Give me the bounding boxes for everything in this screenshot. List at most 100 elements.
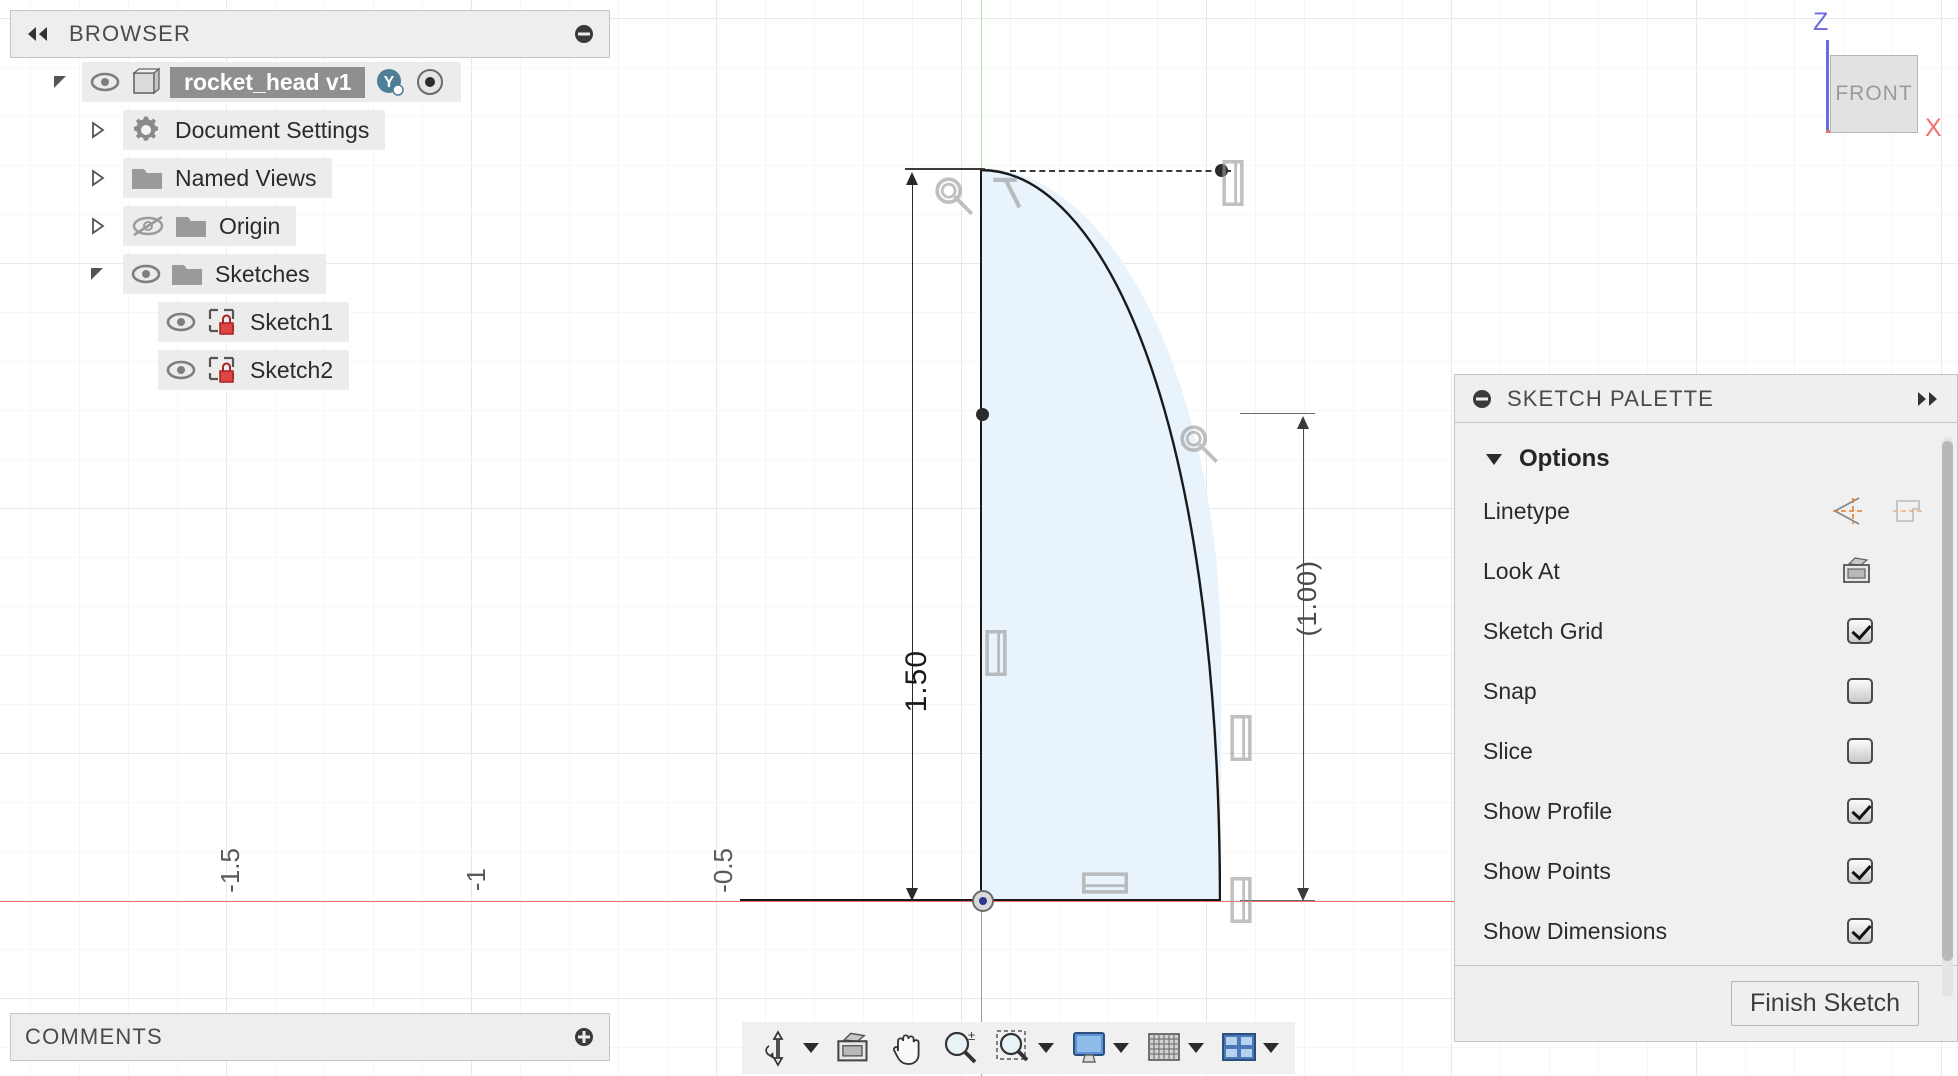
palette-row-linetype[interactable]: Linetype — [1455, 481, 1957, 541]
minimize-icon[interactable] — [573, 23, 595, 45]
finish-sketch-button[interactable]: Finish Sketch — [1731, 981, 1919, 1026]
horizontal-constraint-icon[interactable] — [1082, 872, 1128, 894]
browser-header: BROWSER — [10, 10, 610, 58]
expander-rocket-head[interactable] — [48, 69, 74, 95]
grid-snaps-button[interactable] — [1139, 1025, 1210, 1071]
palette-row-look-at[interactable]: Look At — [1455, 541, 1957, 601]
tree-item-named-views[interactable]: Named Views — [10, 154, 610, 202]
palette-label-show-points: Show Points — [1483, 858, 1611, 885]
tree-item-sketches[interactable]: Sketches — [10, 250, 610, 298]
sketch-locked-icon — [206, 307, 238, 337]
y-chain-icon[interactable]: Y — [375, 67, 405, 97]
minimize-icon[interactable] — [1471, 388, 1493, 410]
vertical-constraint-icon-2[interactable] — [1230, 715, 1252, 761]
sketch-profile-left-edge — [980, 168, 982, 901]
sketch-profile-arc — [981, 168, 1221, 901]
look-at-icon — [835, 1031, 871, 1065]
sketch-point-mid[interactable] — [976, 408, 989, 421]
chevron-down-icon — [88, 264, 108, 284]
visibility-eye-icon[interactable] — [166, 360, 196, 380]
zoom-window-button[interactable] — [989, 1025, 1060, 1071]
grid-label--0-5: -0.5 — [708, 848, 739, 893]
view-cube-face-label: FRONT — [1835, 82, 1912, 106]
dimension-line-150[interactable] — [912, 176, 913, 898]
viewports-caret-icon[interactable] — [1263, 1043, 1279, 1053]
display-settings-button[interactable] — [1064, 1025, 1135, 1071]
expander-document-settings[interactable] — [85, 117, 111, 143]
tree-item-label-sketch2: Sketch2 — [250, 357, 333, 384]
vertical-constraint-icon-3[interactable] — [1230, 877, 1252, 923]
sketch-palette-title: SKETCH PALETTE — [1507, 386, 1915, 412]
display-settings-caret-icon[interactable] — [1113, 1043, 1129, 1053]
tree-item-sketch1[interactable]: Sketch1 — [10, 298, 610, 346]
tree-item-sketch2[interactable]: Sketch2 — [10, 346, 610, 394]
double-chevron-right-icon[interactable] — [1915, 390, 1941, 408]
body-cube-icon — [130, 67, 160, 97]
orbit-caret-icon[interactable] — [803, 1043, 819, 1053]
palette-row-snap[interactable]: Snap — [1455, 661, 1957, 721]
checkbox-show-profile[interactable] — [1847, 798, 1873, 824]
vertical-constraint-icon-1[interactable] — [985, 630, 1007, 676]
folder-icon — [175, 213, 207, 239]
palette-row-slice[interactable]: Slice — [1455, 721, 1957, 781]
pan-button[interactable] — [881, 1025, 931, 1071]
dimension-value-100[interactable]: (1.00) — [1292, 560, 1323, 637]
checkbox-show-dimensions[interactable] — [1847, 918, 1873, 944]
vertical-constraint-icon-4[interactable] — [1222, 160, 1244, 206]
tangent-constraint-icon-2[interactable] — [1175, 420, 1221, 466]
checkbox-show-points[interactable] — [1847, 858, 1873, 884]
perpendicular-constraint-icon[interactable] — [988, 172, 1030, 214]
double-chevron-left-icon[interactable] — [25, 25, 51, 43]
palette-scrollbar-thumb[interactable] — [1942, 441, 1953, 961]
sketch-origin-point[interactable] — [972, 890, 994, 912]
checkbox-snap[interactable] — [1847, 678, 1873, 704]
visibility-eye-icon[interactable] — [90, 72, 120, 92]
palette-row-show-profile[interactable]: Show Profile — [1455, 781, 1957, 841]
visibility-eye-icon[interactable] — [131, 264, 161, 284]
viewports-button[interactable] — [1214, 1025, 1285, 1071]
orbit-button[interactable] — [752, 1025, 825, 1071]
centerline-rect-icon[interactable] — [1891, 495, 1925, 527]
palette-row-show-points[interactable]: Show Points — [1455, 841, 1957, 901]
tree-item-label-named-views: Named Views — [175, 165, 316, 192]
zoom-window-icon — [995, 1029, 1033, 1067]
construction-line-icon[interactable] — [1831, 495, 1865, 527]
grid-snaps-caret-icon[interactable] — [1188, 1043, 1204, 1053]
zoom-window-caret-icon[interactable] — [1038, 1043, 1054, 1053]
palette-row-show-dimensions[interactable]: Show Dimensions — [1455, 901, 1957, 961]
view-cube[interactable]: FRONT — [1830, 55, 1918, 133]
tangent-constraint-icon-1[interactable] — [930, 172, 976, 218]
dimension-arrow-down-100 — [1297, 888, 1309, 901]
expander-named-views[interactable] — [85, 165, 111, 191]
pan-hand-icon — [887, 1029, 925, 1067]
expander-sketches[interactable] — [85, 261, 111, 287]
tree-item-rocket-head[interactable]: rocket_head v1 Y — [10, 58, 610, 106]
visibility-hidden-eye-icon[interactable] — [131, 214, 165, 238]
palette-scrollbar-track[interactable] — [1942, 437, 1953, 997]
construction-line-top — [1010, 170, 1231, 172]
dimension-value-150[interactable]: 1.50 — [900, 650, 934, 712]
checkbox-sketch-grid[interactable] — [1847, 618, 1873, 644]
options-section-header[interactable]: Options — [1455, 437, 1957, 481]
triangle-down-icon — [1483, 448, 1505, 470]
viewports-icon — [1220, 1030, 1258, 1066]
folder-icon — [171, 261, 203, 287]
tree-item-label-document-settings: Document Settings — [175, 117, 369, 144]
visibility-eye-icon[interactable] — [166, 312, 196, 332]
radio-dot-icon[interactable] — [415, 67, 445, 97]
tree-item-label-rocket-head: rocket_head v1 — [170, 67, 365, 98]
dimension-line-100[interactable] — [1303, 420, 1304, 898]
tree-item-origin[interactable]: Origin — [10, 202, 610, 250]
palette-row-sketch-grid[interactable]: Sketch Grid — [1455, 601, 1957, 661]
zoom-button[interactable]: ± — [935, 1025, 985, 1071]
checkbox-slice[interactable] — [1847, 738, 1873, 764]
palette-label-look-at: Look At — [1483, 558, 1560, 585]
dimension-extension-right-top — [1240, 413, 1315, 414]
tree-item-document-settings[interactable]: Document Settings — [10, 106, 610, 154]
look-at-icon[interactable] — [1841, 556, 1873, 586]
expander-origin[interactable] — [85, 213, 111, 239]
plus-circle-icon[interactable] — [573, 1026, 595, 1048]
look-at-button[interactable] — [829, 1025, 877, 1071]
chevron-right-icon — [88, 120, 108, 140]
comments-panel[interactable]: COMMENTS — [10, 1013, 610, 1061]
